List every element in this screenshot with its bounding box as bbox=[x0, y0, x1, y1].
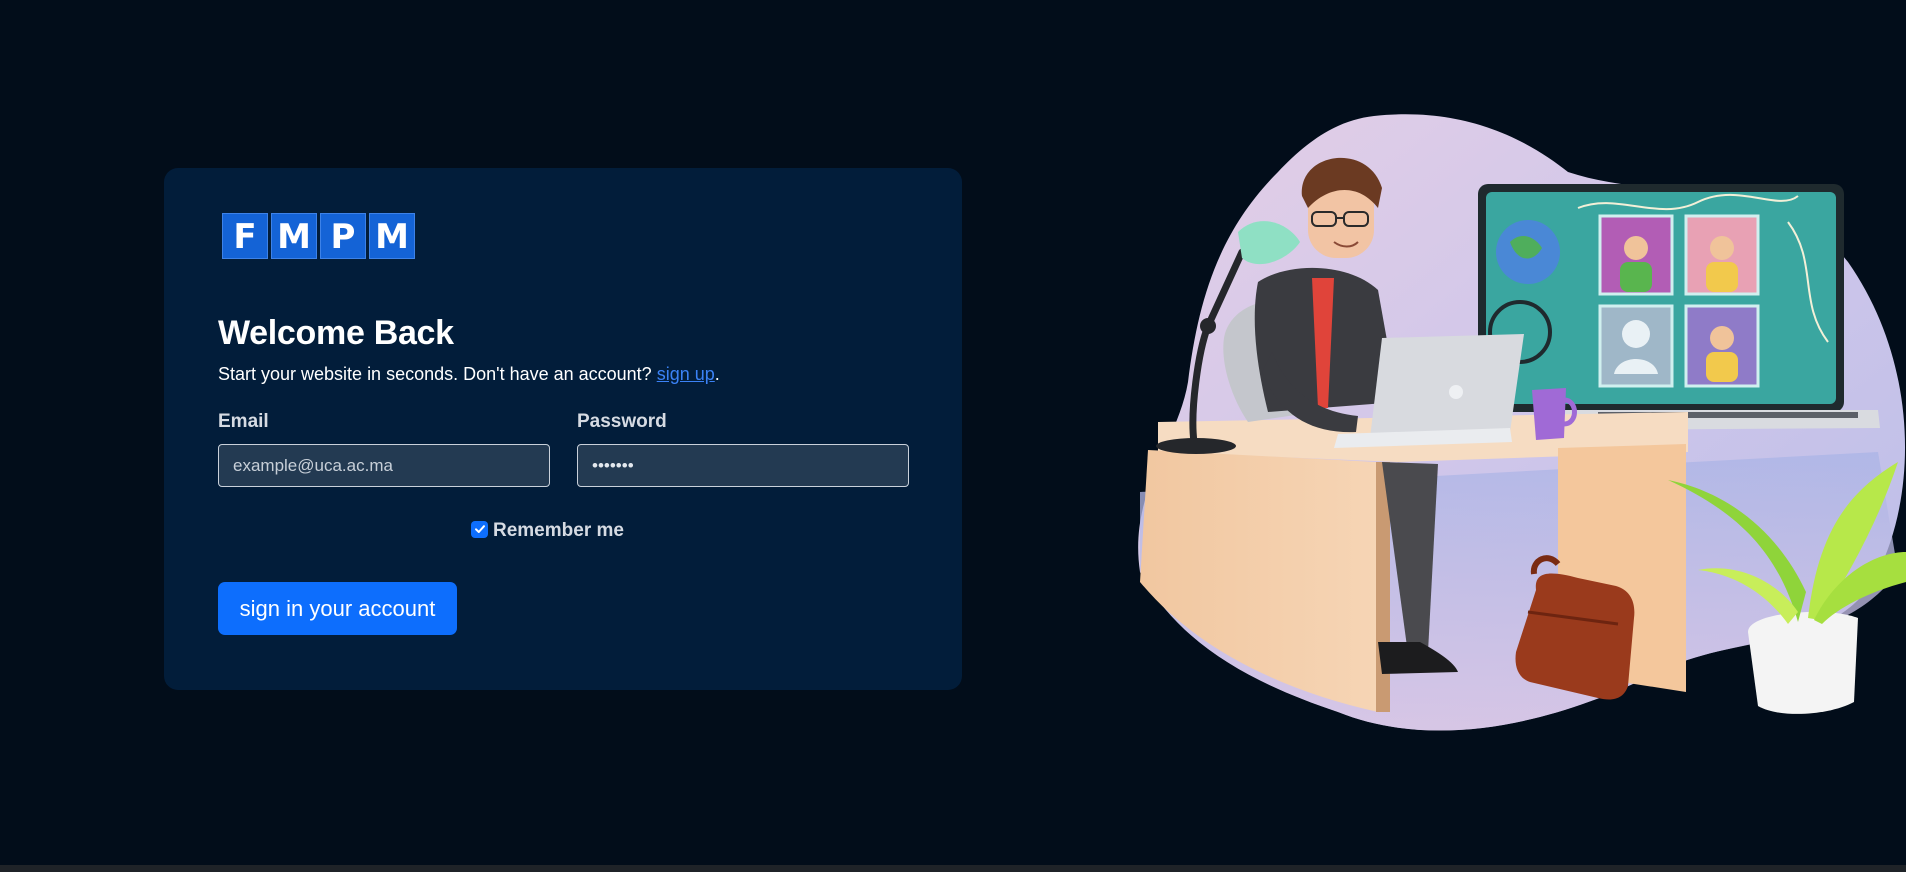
password-input[interactable] bbox=[577, 444, 909, 487]
fmpm-logo: F M P M bbox=[222, 213, 415, 259]
password-field-group: Password bbox=[577, 411, 909, 487]
logo-letter: M bbox=[271, 213, 317, 259]
sign-up-link[interactable]: sign up bbox=[657, 364, 715, 384]
remember-me: Remember me bbox=[471, 520, 624, 542]
login-page: F M P M Welcome Back Start your website … bbox=[0, 0, 1906, 872]
office-worker-illustration bbox=[1138, 114, 1906, 731]
subtitle: Start your website in seconds. Don't hav… bbox=[218, 364, 720, 385]
remember-me-checkbox[interactable] bbox=[471, 520, 488, 538]
logo-letter: P bbox=[320, 213, 366, 259]
logo-letter: F bbox=[222, 213, 268, 259]
logo-letter: M bbox=[369, 213, 415, 259]
password-label: Password bbox=[577, 411, 667, 432]
subtitle-text: Start your website in seconds. Don't hav… bbox=[218, 364, 652, 384]
bottom-bar bbox=[0, 865, 1906, 872]
remember-me-label: Remember me bbox=[493, 520, 624, 541]
check-icon bbox=[474, 525, 485, 533]
email-label: Email bbox=[218, 411, 269, 432]
sign-in-button[interactable]: sign in your account bbox=[218, 582, 457, 635]
email-field-group: Email bbox=[218, 411, 550, 487]
page-title: Welcome Back bbox=[218, 314, 454, 352]
subtitle-period: . bbox=[714, 364, 720, 384]
email-input[interactable] bbox=[218, 444, 550, 487]
login-card: F M P M Welcome Back Start your website … bbox=[164, 168, 962, 690]
